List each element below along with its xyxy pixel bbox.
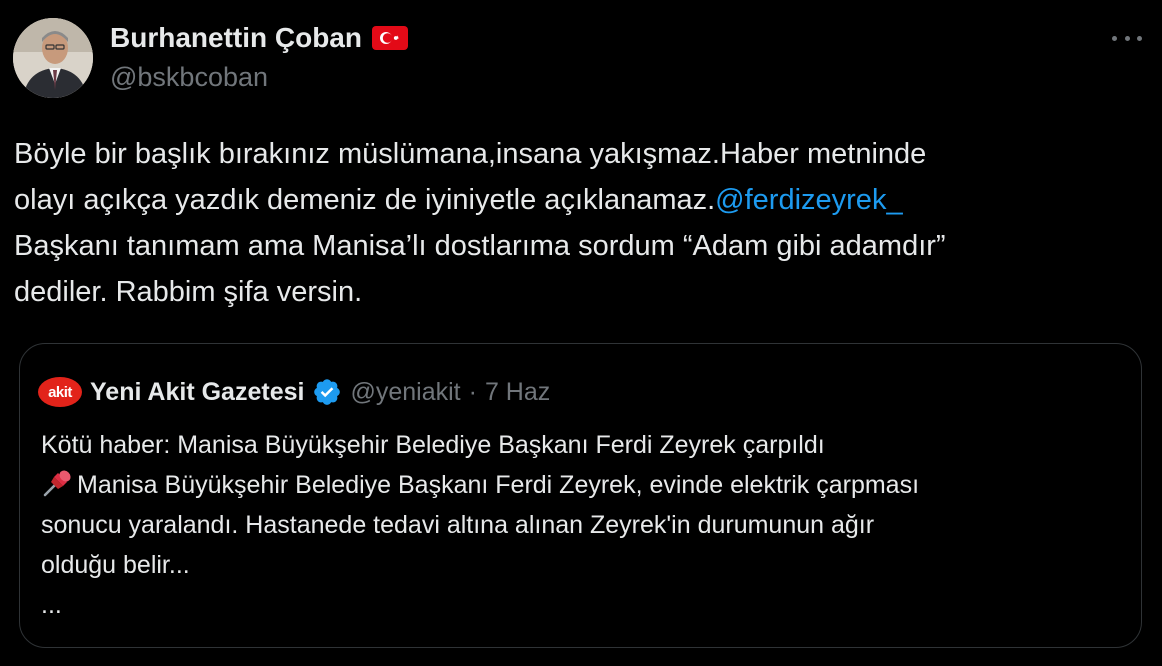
quoted-tweet-text: Kötü haber: Manisa Büyükşehir Belediye B…: [41, 425, 1131, 625]
quoted-author-handle[interactable]: @yeniakit: [350, 378, 460, 407]
quoted-line: Manisa Büyükşehir Belediye Başkanı Ferdi…: [41, 465, 1131, 505]
quoted-timestamp[interactable]: 7 Haz: [485, 378, 550, 407]
tweet-line: olayı açıkça yazdık demeniz de iyiniyetl…: [14, 177, 1144, 223]
tweet-line: Başkanı tanımam ama Manisa’lı dostlarıma…: [14, 230, 946, 262]
separator-dot: ·: [468, 377, 477, 406]
quoted-tweet[interactable]: akit Yeni Akit Gazetesi @yeniakit · 7 Ha…: [19, 343, 1142, 648]
avatar-photo: [13, 18, 93, 98]
quoted-line: Kötü haber: Manisa Büyükşehir Belediye B…: [41, 431, 825, 459]
author-handle[interactable]: @bskbcoban: [110, 62, 268, 93]
quoted-line: olduğu belir...: [41, 551, 190, 579]
more-dot: [1112, 35, 1117, 41]
pushpin-icon: [43, 470, 71, 497]
more-dot: [1124, 35, 1130, 41]
akit-logo-text: akit: [48, 383, 72, 401]
more-options-icon[interactable]: [1112, 28, 1142, 48]
tweet-line-text: olayı açıkça yazdık demeniz de iyiniyetl…: [14, 184, 716, 216]
avatar[interactable]: [13, 18, 93, 98]
tweet-line: dediler. Rabbim şifa versin.: [14, 276, 363, 308]
author-display-name[interactable]: Burhanettin Çoban: [110, 22, 362, 54]
quoted-line: ...: [41, 591, 62, 619]
tweet-line: Böyle bir başlık bırakınız müslümana,ins…: [14, 138, 927, 170]
mention-link[interactable]: @ferdizeyrek_: [715, 184, 902, 216]
more-dot: [1137, 35, 1142, 41]
quoted-line: sonucu yaralandı. Hastanede tedavi altın…: [41, 511, 875, 539]
quoted-tweet-header: akit Yeni Akit Gazetesi @yeniakit · 7 Ha…: [38, 376, 550, 408]
turkey-flag-icon: [372, 26, 408, 50]
tweet-text: Böyle bir başlık bırakınız müslümana,ins…: [14, 131, 1144, 315]
quoted-author-name[interactable]: Yeni Akit Gazetesi: [90, 378, 304, 407]
verified-badge-icon: [314, 379, 341, 405]
tweet[interactable]: Burhanettin Çoban @bskbcoban Böyle bir b…: [0, 0, 1162, 666]
author-name-row: Burhanettin Çoban: [110, 20, 408, 56]
quoted-line-text: Manisa Büyükşehir Belediye Başkanı Ferdi…: [77, 471, 920, 499]
akit-logo[interactable]: akit: [38, 377, 82, 407]
